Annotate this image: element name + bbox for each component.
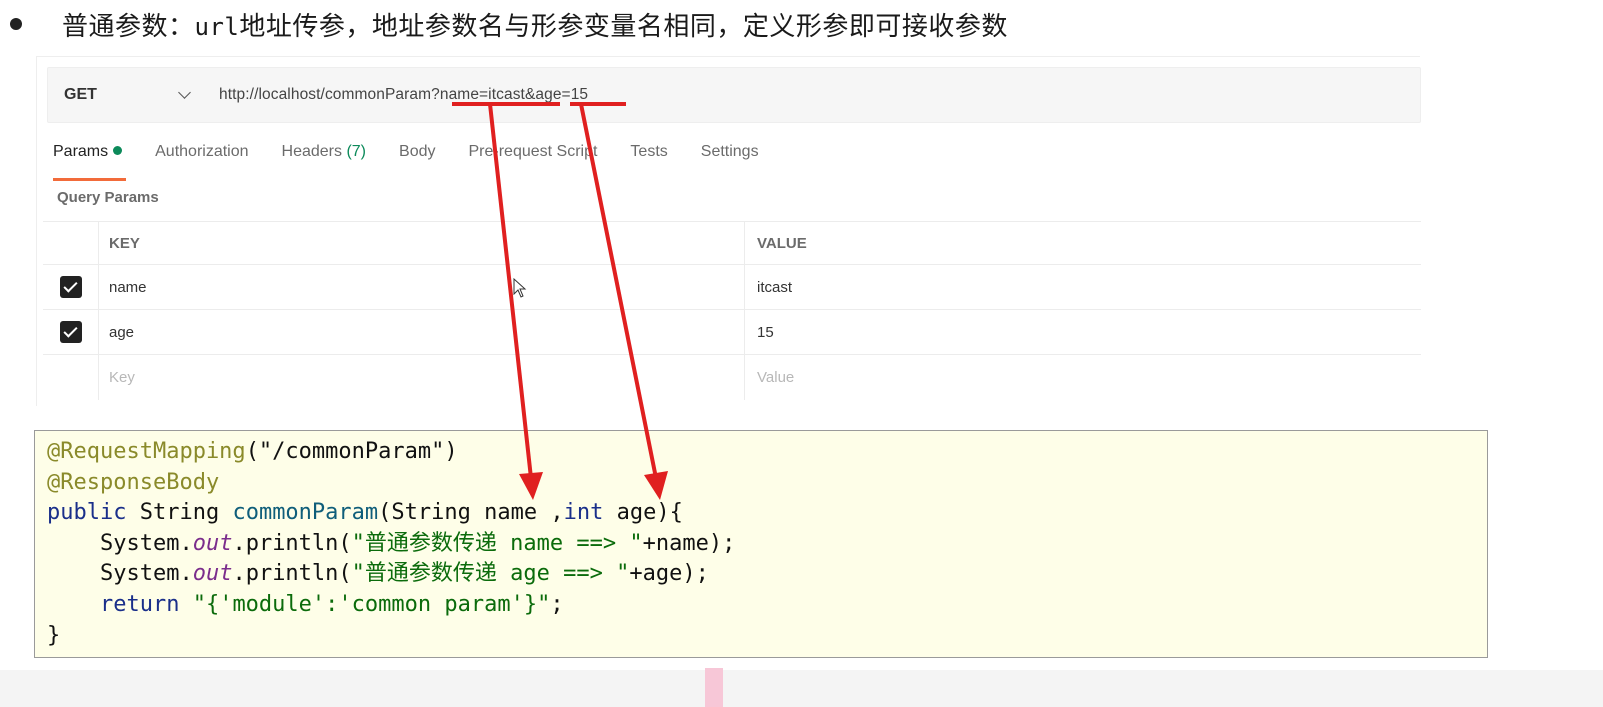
tab-headers[interactable]: Headers (7) (282, 143, 367, 177)
code-line: public String commonParam(String name ,i… (47, 500, 683, 526)
code-line: return "{'module':'common param'}"; (47, 591, 564, 617)
row-checkbox[interactable] (59, 321, 82, 343)
method-label: GET (64, 86, 97, 103)
chevron-down-icon (178, 86, 191, 99)
bullet-icon (10, 18, 22, 30)
tab-pre-request-script[interactable]: Pre-request Script (468, 143, 597, 177)
postman-request-panel: GET http://localhost/commonParam?name=it… (36, 56, 1421, 406)
tab-body[interactable]: Body (399, 143, 435, 177)
heading-text: 普通参数：url地址传参，地址参数名与形参变量名相同，定义形参即可接收参数 (62, 11, 1008, 42)
bottom-band (0, 670, 1603, 707)
row-checkbox[interactable] (59, 276, 82, 298)
table-row: age 15 (43, 310, 1421, 355)
code-line: System.out.println("普通参数传递 name ==> "+na… (47, 530, 736, 556)
slide-heading: 普通参数：url地址传参，地址参数名与形参变量名相同，定义形参即可接收参数 (10, 4, 1008, 44)
progress-marker (705, 668, 723, 707)
tab-tests[interactable]: Tests (630, 143, 667, 177)
query-params-table: KEY VALUE name itcast age 15 Key Value (43, 221, 1421, 400)
tab-params[interactable]: Params (53, 143, 127, 181)
column-header-key: KEY (99, 222, 745, 264)
param-key-cell[interactable]: name (99, 265, 745, 309)
mouse-cursor-icon (513, 278, 527, 298)
params-indicator-dot (113, 146, 123, 155)
code-line: System.out.println("普通参数传递 age ==> "+age… (47, 561, 709, 587)
method-select[interactable]: GET (48, 86, 203, 104)
table-header-row: KEY VALUE (43, 221, 1421, 265)
code-line: } (47, 622, 61, 648)
param-value-cell[interactable]: itcast (745, 265, 792, 309)
query-params-title: Query Params (57, 189, 159, 206)
tab-settings[interactable]: Settings (701, 143, 759, 177)
code-line: @ResponseBody (47, 469, 220, 495)
new-value-input[interactable]: Value (745, 355, 794, 400)
request-tabs: Params Authorization Headers (7) Body Pr… (53, 143, 792, 181)
code-block: @RequestMapping("/commonParam") @Respons… (34, 430, 1488, 658)
headers-count: (7) (346, 143, 367, 160)
code-line: @RequestMapping("/commonParam") (47, 439, 458, 464)
new-key-input[interactable]: Key (99, 355, 745, 400)
url-input[interactable]: http://localhost/commonParam?name=itcast… (219, 86, 588, 104)
table-row-new: Key Value (43, 355, 1421, 400)
tab-authorization[interactable]: Authorization (155, 143, 248, 177)
column-header-value: VALUE (757, 234, 807, 252)
url-bar: GET http://localhost/commonParam?name=it… (47, 67, 1421, 123)
param-key-cell[interactable]: age (99, 310, 745, 354)
table-row: name itcast (43, 265, 1421, 310)
param-value-cell[interactable]: 15 (745, 310, 774, 354)
